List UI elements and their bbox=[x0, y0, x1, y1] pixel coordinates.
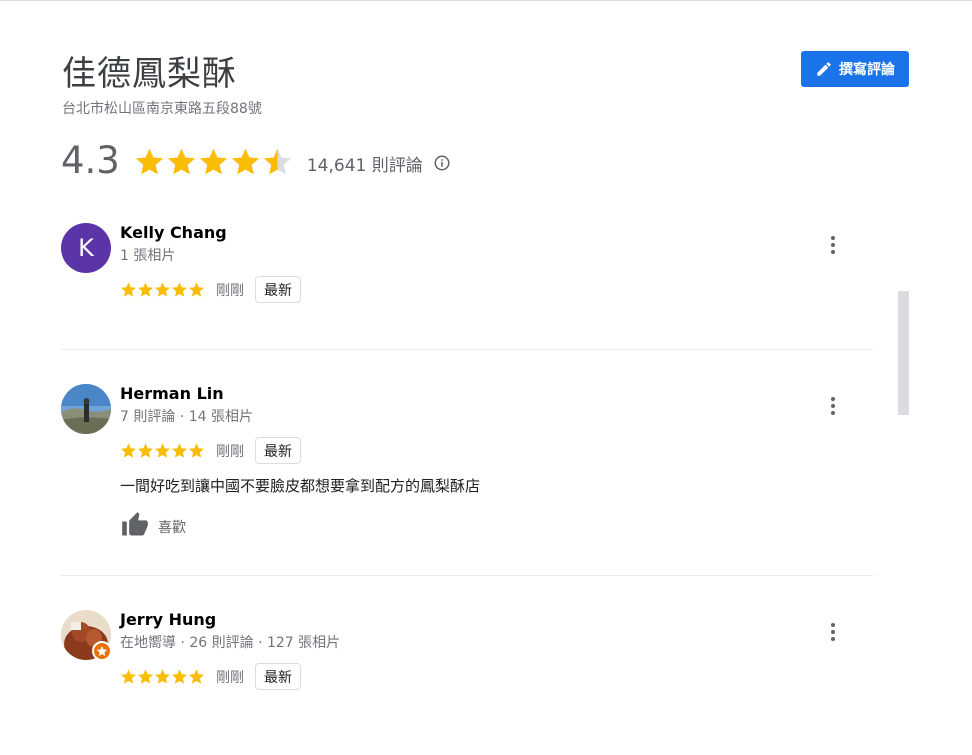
reviewer-name[interactable]: Jerry Hung bbox=[120, 610, 216, 630]
star-icon bbox=[172, 669, 187, 684]
review-time: 剛剛 bbox=[216, 443, 244, 460]
review-time: 剛剛 bbox=[216, 669, 244, 686]
review-item: Jerry Hung 在地嚮導 · 26 則評論 · 127 張相片 剛剛 最新 bbox=[61, 610, 873, 710]
review-rating-row: 剛剛 最新 bbox=[120, 437, 301, 464]
star-icon bbox=[138, 282, 153, 297]
review-divider bbox=[61, 575, 873, 576]
star-icon bbox=[138, 443, 153, 458]
info-icon[interactable] bbox=[433, 154, 451, 172]
review-rating-row: 剛剛 最新 bbox=[120, 276, 301, 303]
place-address: 台北市松山區南京東路五段88號 bbox=[62, 101, 262, 117]
write-review-button[interactable]: 撰寫評論 bbox=[801, 51, 909, 87]
star-icon bbox=[189, 443, 204, 458]
review-item: K Kelly Chang 1 張相片 剛剛 最新 bbox=[61, 223, 873, 333]
reviewer-name[interactable]: Kelly Chang bbox=[120, 223, 227, 243]
review-star-rating bbox=[120, 668, 205, 685]
star-icon bbox=[189, 669, 204, 684]
scrollbar-thumb[interactable] bbox=[898, 291, 909, 415]
avatar[interactable] bbox=[61, 384, 111, 434]
place-title: 佳德鳳梨酥 bbox=[62, 54, 237, 94]
star-icon bbox=[155, 282, 170, 297]
star-icon bbox=[121, 282, 136, 297]
reviewer-meta: 1 張相片 bbox=[120, 248, 176, 264]
average-star-rating bbox=[134, 146, 293, 177]
rating-summary: 4.3 14,641 則評論 bbox=[61, 138, 451, 184]
review-item: Herman Lin 7 則評論 · 14 張相片 剛剛 最新 一間好吃到讓中國… bbox=[61, 384, 873, 554]
star-icon bbox=[189, 282, 204, 297]
new-badge: 最新 bbox=[255, 276, 301, 303]
star-icon bbox=[135, 148, 163, 174]
reviewer-meta: 在地嚮導 · 26 則評論 · 127 張相片 bbox=[120, 635, 341, 651]
average-rating: 4.3 bbox=[61, 139, 120, 182]
avatar-letter: K bbox=[78, 234, 94, 262]
avatar[interactable] bbox=[61, 610, 112, 661]
star-icon bbox=[263, 148, 291, 174]
reviewer-name[interactable]: Herman Lin bbox=[120, 384, 224, 404]
more-options-button[interactable] bbox=[823, 233, 843, 257]
review-rating-row: 剛剛 最新 bbox=[120, 663, 301, 690]
star-icon bbox=[138, 669, 153, 684]
review-star-rating bbox=[120, 442, 205, 459]
review-text: 一間好吃到讓中國不要臉皮都想要拿到配方的鳳梨酥店 bbox=[120, 477, 481, 495]
review-count[interactable]: 14,641 則評論 bbox=[307, 151, 423, 176]
top-border bbox=[0, 0, 972, 1]
star-icon bbox=[172, 282, 187, 297]
review-divider bbox=[61, 349, 873, 350]
new-badge: 最新 bbox=[255, 663, 301, 690]
review-star-rating bbox=[120, 281, 205, 298]
review-time: 剛剛 bbox=[216, 282, 244, 299]
star-icon bbox=[121, 669, 136, 684]
star-icon bbox=[199, 148, 227, 174]
avatar[interactable]: K bbox=[61, 223, 111, 273]
star-icon bbox=[155, 669, 170, 684]
more-options-button[interactable] bbox=[823, 620, 843, 644]
star-icon bbox=[172, 443, 187, 458]
star-icon bbox=[167, 148, 195, 174]
thumbs-up-icon bbox=[120, 511, 150, 543]
reviewer-meta: 7 則評論 · 14 張相片 bbox=[120, 409, 253, 425]
more-options-button[interactable] bbox=[823, 394, 843, 418]
local-guide-star-icon bbox=[92, 641, 112, 661]
star-icon bbox=[155, 443, 170, 458]
like-label: 喜歡 bbox=[158, 520, 186, 536]
star-icon bbox=[231, 148, 259, 174]
pencil-icon bbox=[815, 60, 833, 78]
write-review-label: 撰寫評論 bbox=[839, 62, 895, 78]
new-badge: 最新 bbox=[255, 437, 301, 464]
star-icon bbox=[121, 443, 136, 458]
like-button[interactable]: 喜歡 bbox=[120, 511, 186, 543]
